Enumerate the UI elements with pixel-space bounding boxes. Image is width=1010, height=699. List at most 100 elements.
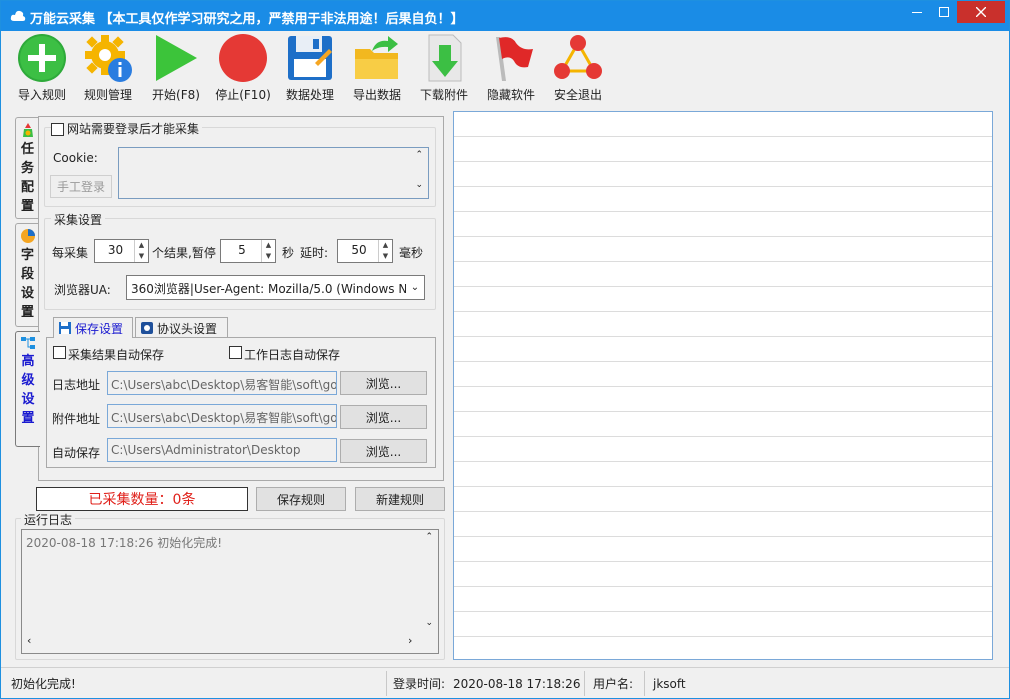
grid-row[interactable]: [454, 537, 992, 562]
browse-attachment-path-button[interactable]: 浏览...: [340, 405, 427, 429]
pie-icon: [20, 229, 35, 243]
folder-export-icon: [355, 36, 398, 79]
export-data-button[interactable]: 导出数据: [342, 33, 412, 103]
grid-row[interactable]: [454, 137, 992, 162]
tab-save-settings[interactable]: 保存设置: [53, 317, 133, 338]
minimize-button[interactable]: [904, 1, 930, 23]
toolbar-label: 开始(F8): [152, 88, 200, 102]
auto-save-log-checkbox[interactable]: [229, 346, 242, 359]
chevron-down-icon[interactable]: ⌄: [406, 276, 424, 299]
sitemap-icon: [21, 337, 35, 349]
spin-up-icon[interactable]: ▲: [262, 240, 275, 251]
cookie-input[interactable]: ⌃ ⌄: [118, 147, 429, 199]
grid-row[interactable]: [454, 387, 992, 412]
grid-row[interactable]: [454, 612, 992, 637]
tab-task-config[interactable]: 任务配置: [15, 117, 39, 219]
grid-row[interactable]: [454, 362, 992, 387]
save-rule-button[interactable]: 保存规则: [256, 487, 346, 511]
tab-protocol-header[interactable]: 协议头设置: [135, 317, 228, 338]
spin-down-icon[interactable]: ▼: [379, 251, 392, 262]
milliseconds-label: 毫秒: [399, 246, 424, 260]
new-rule-button[interactable]: 新建规则: [355, 487, 445, 511]
scroll-down-icon[interactable]: ⌄: [415, 180, 423, 190]
grid-row[interactable]: [454, 237, 992, 262]
pause-spinner[interactable]: 5 ▲ ▼: [220, 239, 276, 263]
grid-row[interactable]: [454, 212, 992, 237]
grid-row[interactable]: [454, 337, 992, 362]
tab-field-settings[interactable]: 字段设置: [15, 223, 39, 327]
grid-row[interactable]: [454, 512, 992, 537]
browser-ua-label: 浏览器UA:: [54, 283, 111, 297]
grid-row[interactable]: [454, 437, 992, 462]
data-process-button[interactable]: 数据处理: [275, 33, 345, 103]
grid-row[interactable]: [454, 412, 992, 437]
scroll-up-icon[interactable]: ⌃: [415, 150, 423, 160]
maximize-icon: [939, 7, 949, 17]
grid-row[interactable]: [454, 162, 992, 187]
autosave-path-label: 自动保存: [52, 446, 101, 460]
autosave-path-input[interactable]: C:\Users\Administrator\Desktop: [107, 438, 337, 462]
rule-manage-button[interactable]: 规则管理: [73, 33, 143, 103]
window-title: 万能云采集 【本工具仅作学习研究之用，严禁用于非法用途！后果自负！】: [30, 12, 464, 27]
collected-count: 已采集数量：0条: [36, 487, 248, 511]
toolbar-label: 停止(F10): [215, 88, 271, 102]
grid-row[interactable]: [454, 462, 992, 487]
close-button[interactable]: [957, 1, 1005, 23]
import-rule-button[interactable]: 导入规则: [7, 33, 77, 103]
login-required-checkbox[interactable]: [51, 123, 64, 136]
grid-row[interactable]: [454, 562, 992, 587]
stop-button[interactable]: 停止(F10): [208, 33, 278, 103]
grid-row[interactable]: [454, 312, 992, 337]
safe-exit-button[interactable]: 安全退出: [543, 33, 613, 103]
grid-row[interactable]: [454, 187, 992, 212]
delay-spinner[interactable]: 50 ▲ ▼: [337, 239, 393, 263]
login-time-value: 2020-08-18 17:18:26: [453, 676, 581, 691]
grid-row[interactable]: [454, 637, 992, 659]
flag-icon: [496, 37, 533, 81]
cloud-icon: [10, 10, 26, 21]
browse-autosave-path-button[interactable]: 浏览...: [340, 439, 427, 463]
spin-down-icon[interactable]: ▼: [262, 251, 275, 262]
login-time-label: 登录时间:: [393, 677, 446, 691]
start-button[interactable]: 开始(F8): [141, 33, 211, 103]
grid-row[interactable]: [454, 112, 992, 137]
browser-ua-select[interactable]: 360浏览器|User-Agent: Mozilla/5.0 (Windows …: [126, 275, 425, 300]
scroll-down-icon[interactable]: ⌄: [425, 618, 433, 628]
hide-software-button[interactable]: 隐藏软件: [476, 33, 546, 103]
task-icon: [22, 123, 33, 137]
tab-advanced-settings[interactable]: 高级设置: [15, 331, 40, 447]
grid-row[interactable]: [454, 487, 992, 512]
download-attachment-button[interactable]: 下载附件: [409, 33, 479, 103]
username-label: 用户名:: [593, 677, 634, 691]
attachment-path-label: 附件地址: [52, 412, 101, 426]
floppy-disk-icon: [288, 36, 332, 80]
auto-save-result-checkbox[interactable]: [53, 346, 66, 359]
grid-row[interactable]: [454, 262, 992, 287]
grid-row[interactable]: [454, 587, 992, 612]
results-grid[interactable]: [453, 111, 993, 660]
spin-up-icon[interactable]: ▲: [379, 240, 392, 251]
spin-down-icon[interactable]: ▼: [135, 251, 148, 262]
tab-label: 字段设置: [20, 248, 34, 320]
grid-row[interactable]: [454, 287, 992, 312]
collect-settings-label: 采集设置: [51, 211, 106, 228]
per-collect-label: 每采集: [52, 246, 89, 260]
maximize-button[interactable]: [931, 1, 957, 23]
browse-log-path-button[interactable]: 浏览...: [340, 371, 427, 395]
scroll-left-icon[interactable]: ‹: [27, 634, 31, 647]
floppy-disk-icon: [59, 322, 71, 334]
run-log-textarea[interactable]: 2020-08-18 17:18:26 初始化完成! ⌃ ⌄ ‹ ›: [21, 529, 439, 654]
scroll-up-icon[interactable]: ⌃: [425, 532, 433, 542]
toolbar-label: 导入规则: [17, 88, 66, 102]
auto-save-log-label: 工作日志自动保存: [244, 348, 341, 362]
stop-icon: [219, 34, 267, 82]
attachment-path-input[interactable]: C:\Users\abc\Desktop\易客智能\soft\go: [107, 404, 337, 428]
manual-login-button[interactable]: 手工登录: [50, 175, 112, 198]
toolbar-label: 下载附件: [419, 88, 468, 102]
log-path-input[interactable]: C:\Users\abc\Desktop\易客智能\soft\go: [107, 371, 337, 395]
login-required-label: 网站需要登录后才能采集: [64, 120, 203, 137]
run-log-label: 运行日志: [21, 511, 76, 528]
per-collect-spinner[interactable]: 30 ▲ ▼: [94, 239, 149, 263]
spin-up-icon[interactable]: ▲: [135, 240, 148, 251]
scroll-right-icon[interactable]: ›: [408, 634, 412, 647]
